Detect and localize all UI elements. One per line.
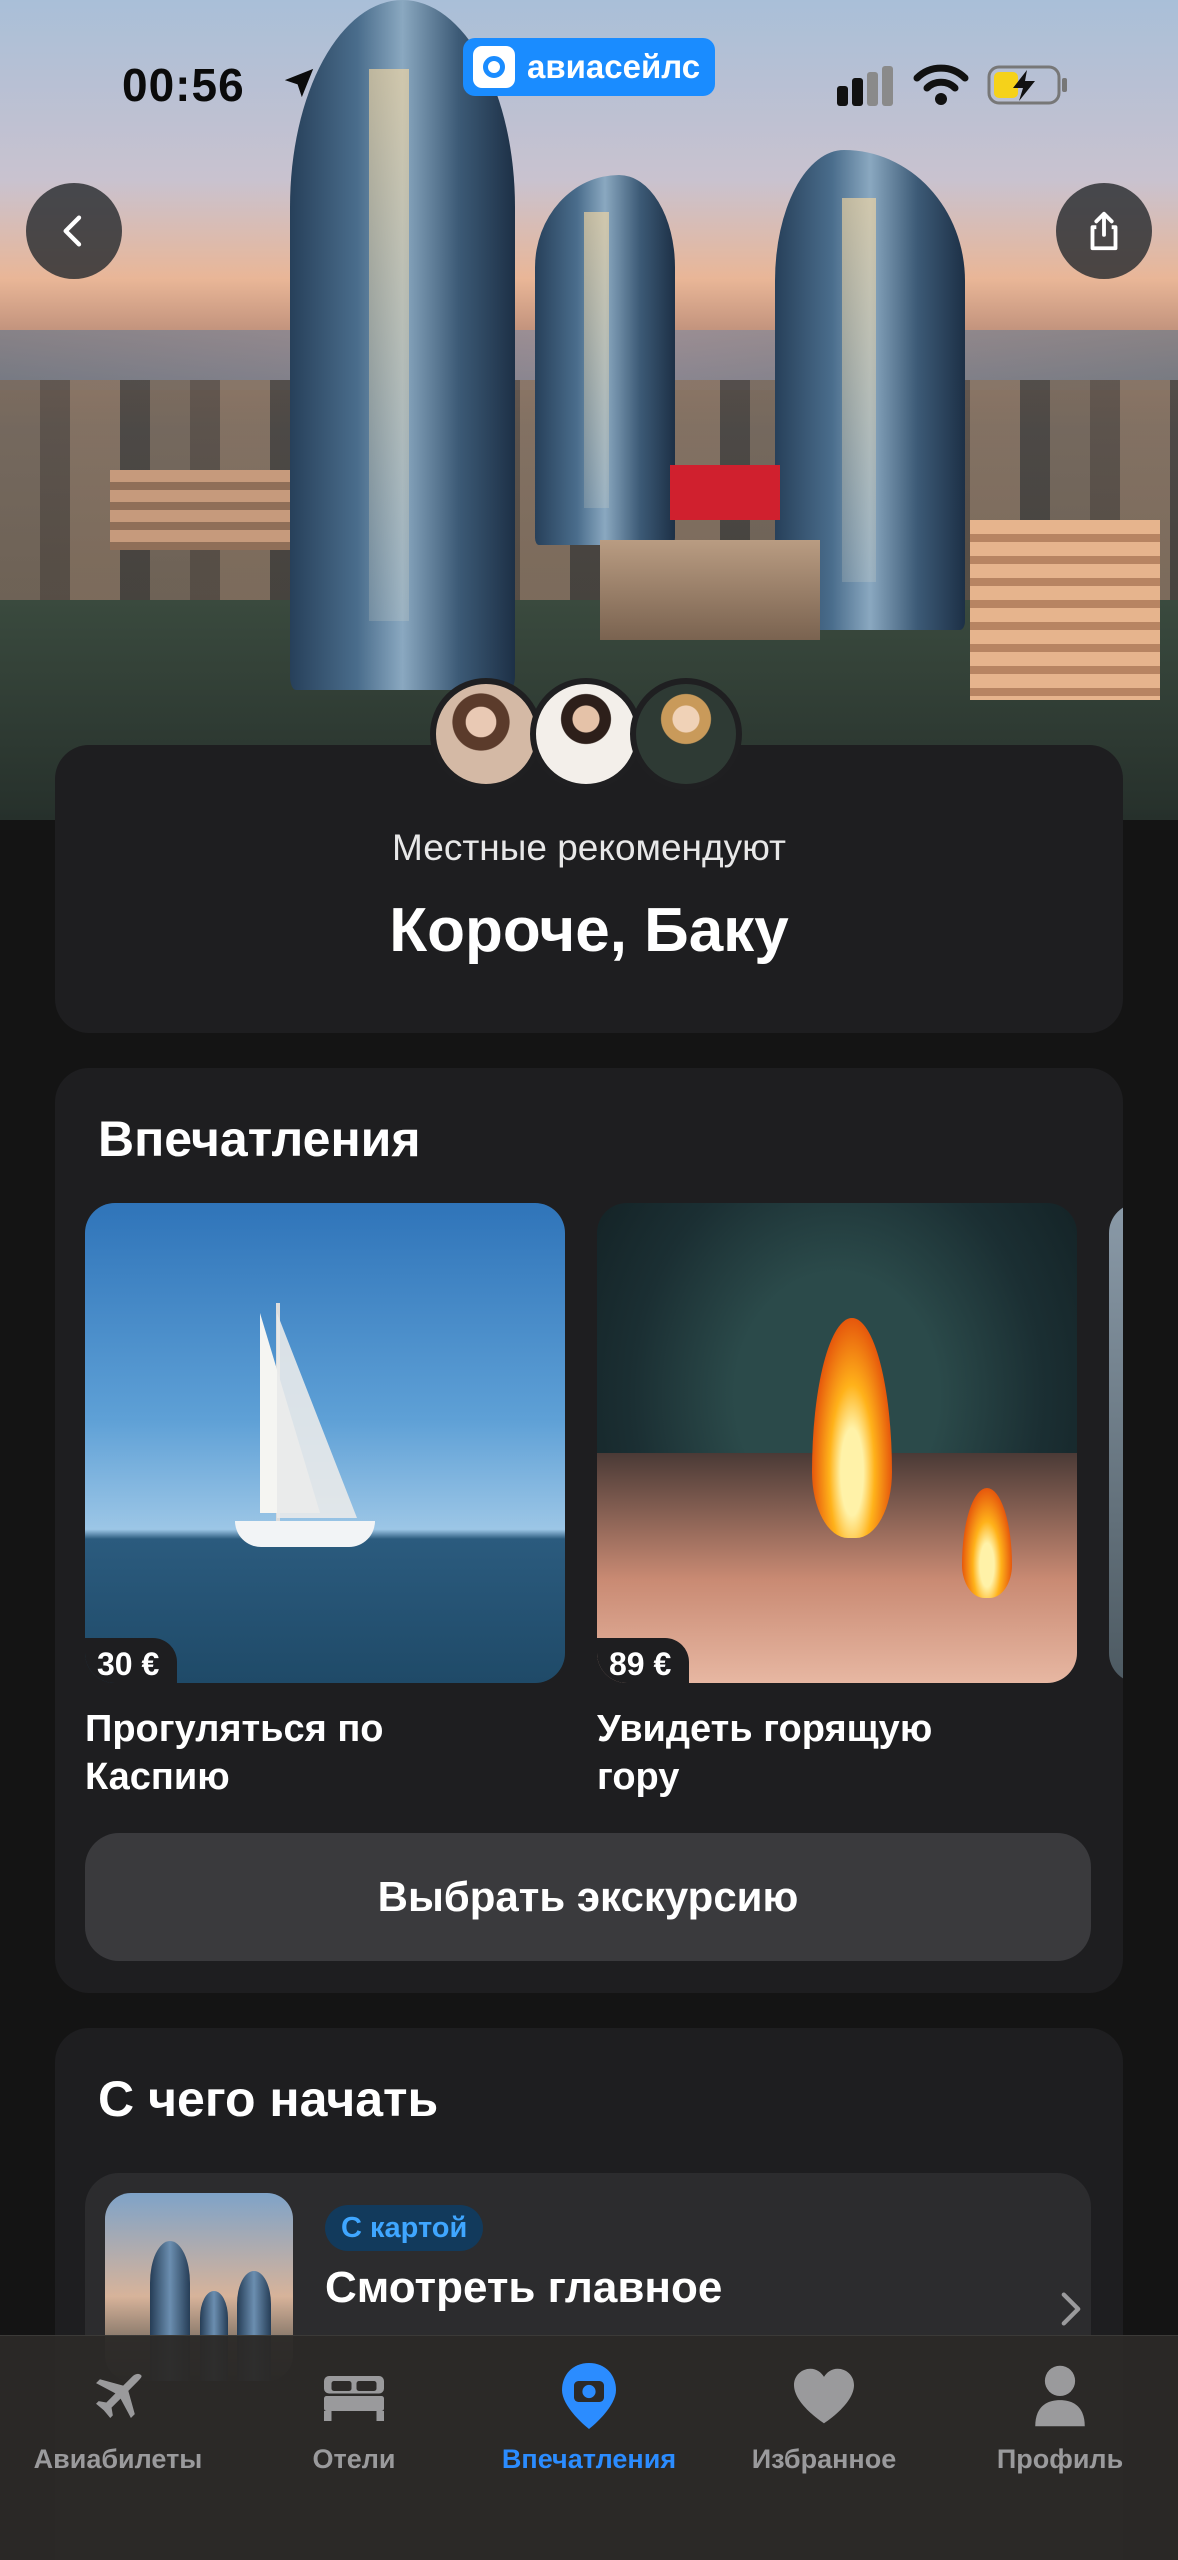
chevron-left-icon bbox=[63, 215, 82, 247]
experience-card[interactable]: 30 € Прогуляться по Каспию bbox=[85, 1203, 565, 1801]
section-title-experiences: Впечатления bbox=[98, 1111, 421, 1167]
back-button[interactable] bbox=[26, 183, 122, 279]
brand-badge: авиасейлс bbox=[463, 38, 715, 96]
status-time: 00:56 bbox=[122, 59, 245, 111]
tab-hotels[interactable]: Отели bbox=[236, 2356, 472, 2475]
avatar bbox=[530, 678, 642, 790]
tab-label: Впечатления bbox=[501, 2444, 677, 2474]
aviasales-logo-icon bbox=[473, 46, 515, 88]
brand-name: авиасейлс bbox=[527, 48, 701, 85]
experience-card-partial[interactable] bbox=[1109, 1203, 1123, 1683]
tab-profile[interactable]: Профиль bbox=[942, 2356, 1178, 2475]
battery-charging-icon bbox=[987, 65, 1067, 105]
tab-flights[interactable]: Авиабилеты bbox=[0, 2356, 236, 2475]
camera-pin-icon bbox=[562, 2363, 616, 2429]
tab-label: Авиабилеты bbox=[33, 2444, 203, 2474]
experiences-carousel[interactable]: 30 € Прогуляться по Каспию 89 € Увидеть … bbox=[85, 1203, 1123, 1803]
guide-item-title: Смотреть главное bbox=[325, 2263, 723, 2312]
choose-excursion-button[interactable]: Выбрать экскурсию bbox=[85, 1833, 1091, 1961]
bed-icon bbox=[324, 2376, 384, 2421]
price-tag: 89 € bbox=[597, 1638, 690, 1683]
tab-experiences[interactable]: Впечатления bbox=[471, 2356, 707, 2475]
experience-card[interactable]: 89 € Увидеть горящую гору bbox=[597, 1203, 1077, 1801]
tab-favorites[interactable]: Избранное bbox=[706, 2356, 942, 2475]
experiences-section: Впечатления 30 € Прогуляться по Каспию 8… bbox=[55, 1068, 1123, 1993]
avatar bbox=[430, 678, 542, 790]
experience-title: Увидеть горящую гору bbox=[597, 1708, 933, 1798]
price-tag: 30 € bbox=[85, 1638, 178, 1683]
local-guides-avatars bbox=[430, 678, 742, 790]
burning-mountain-photo: 89 € bbox=[597, 1203, 1077, 1683]
tab-label: Избранное bbox=[751, 2444, 897, 2474]
section-title-start: С чего начать bbox=[98, 2071, 439, 2127]
location-arrow-icon bbox=[284, 68, 314, 98]
map-badge: С картой bbox=[325, 2205, 484, 2251]
person-icon bbox=[1035, 2365, 1085, 2427]
chevron-right-icon bbox=[1061, 2292, 1081, 2326]
heart-icon bbox=[794, 2368, 854, 2424]
avatar bbox=[630, 678, 742, 790]
intro-title: Короче, Баку bbox=[389, 896, 789, 965]
experience-photo bbox=[1109, 1203, 1123, 1683]
sailboat-photo: 30 € bbox=[85, 1203, 565, 1683]
experience-title: Прогуляться по Каспию bbox=[85, 1708, 384, 1798]
wifi-icon bbox=[913, 64, 969, 105]
tab-label: Отели bbox=[312, 2444, 396, 2474]
tab-label: Профиль bbox=[996, 2444, 1124, 2474]
intro-subtitle: Местные рекомендуют bbox=[392, 827, 786, 868]
plane-icon bbox=[96, 2373, 142, 2418]
cellular-signal-icon bbox=[837, 66, 893, 106]
share-button[interactable] bbox=[1056, 183, 1152, 279]
bottom-tab-bar: Авиабилеты Отели Впечатления Избранное П… bbox=[0, 2335, 1178, 2560]
share-icon bbox=[1090, 211, 1118, 251]
